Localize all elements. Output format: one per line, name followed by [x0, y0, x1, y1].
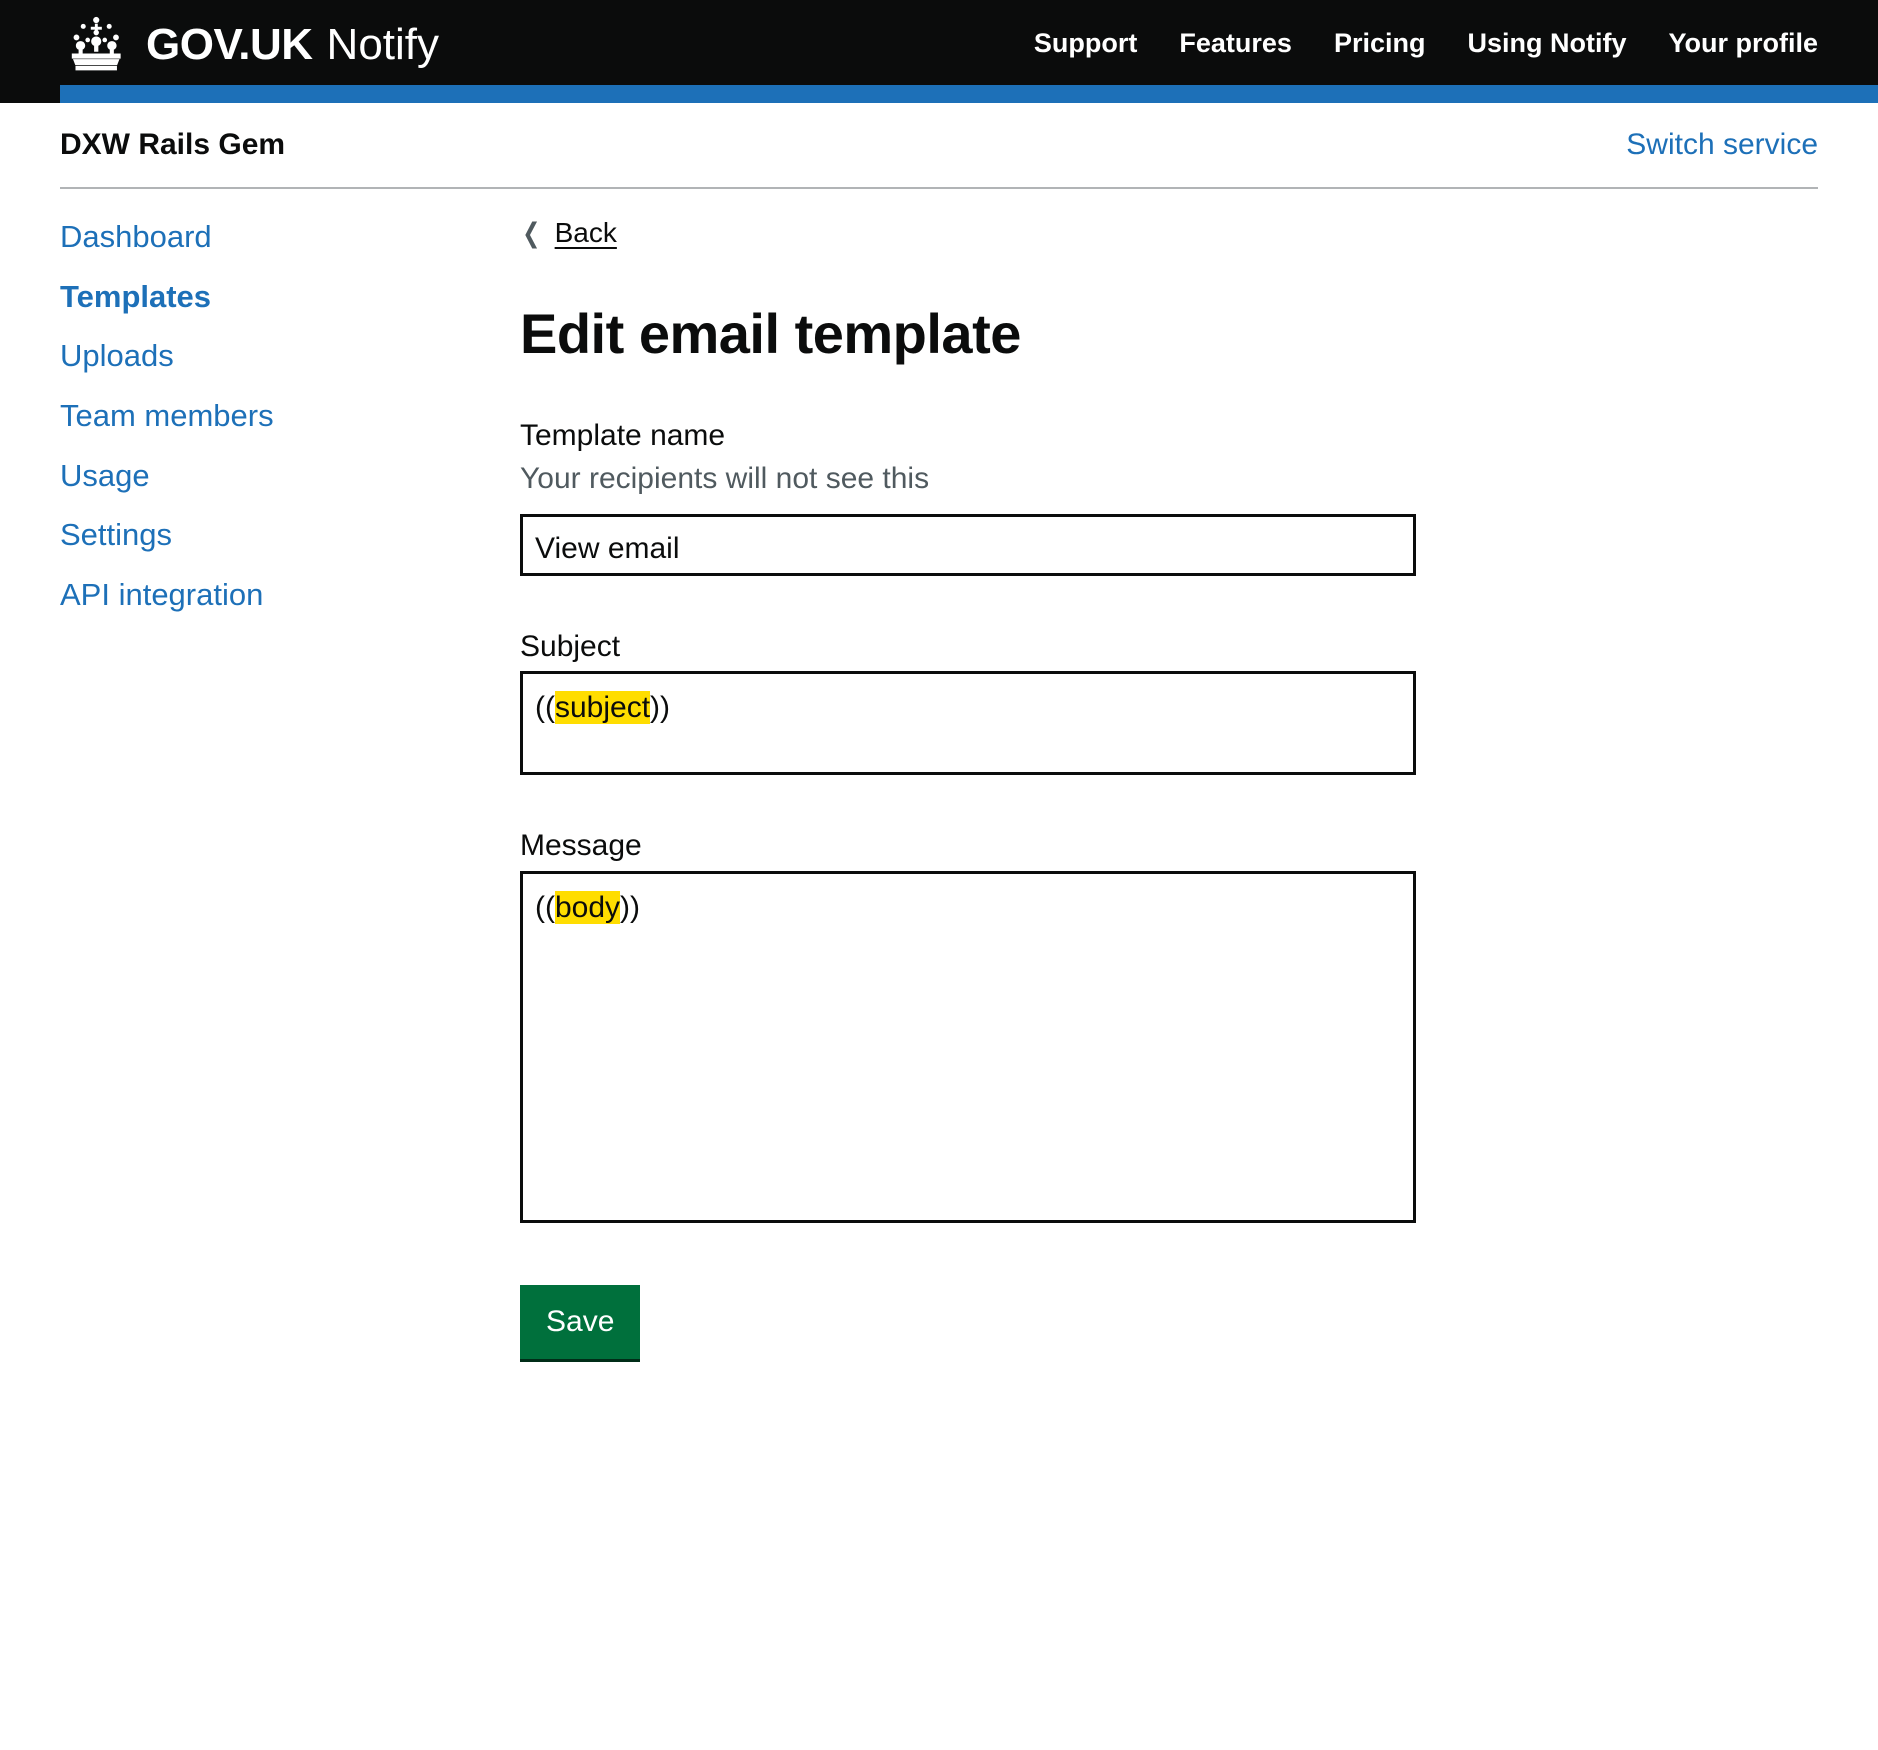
service-name: DXW Rails Gem — [60, 128, 286, 161]
govuk-notify-logo[interactable]: GOV.UK Notify — [60, 14, 439, 76]
subject-prefix: (( — [535, 691, 555, 725]
page-title: Edit email template — [520, 302, 1021, 365]
subject-suffix: )) — [650, 691, 671, 725]
template-name-input[interactable]: View email — [520, 513, 1416, 576]
switch-service-link[interactable]: Switch service — [1626, 128, 1818, 162]
message-textarea[interactable]: ((body)) — [520, 870, 1416, 1223]
template-name-value: View email — [535, 531, 680, 565]
subject-input[interactable]: ((subject)) — [520, 671, 1416, 776]
nav-link-your-profile[interactable]: Your profile — [1668, 28, 1818, 59]
sidebar-item-uploads[interactable]: Uploads — [60, 338, 520, 374]
brand-product-text: Notify — [326, 20, 440, 69]
template-name-form-group: Template name Your recipients will not s… — [520, 417, 1818, 576]
nav-link-support[interactable]: Support — [1034, 28, 1137, 59]
subject-label: Subject — [520, 629, 621, 663]
save-button[interactable]: Save — [520, 1284, 641, 1359]
message-form-group: Message ((body)) — [520, 827, 1818, 1223]
back-link-label: Back — [554, 217, 617, 248]
brand-govuk-text: GOV.UK — [146, 20, 313, 69]
nav-link-using-notify[interactable]: Using Notify — [1467, 28, 1626, 59]
message-prefix: (( — [535, 890, 555, 924]
sidebar-item-usage[interactable]: Usage — [60, 458, 520, 494]
nav-link-pricing[interactable]: Pricing — [1334, 28, 1426, 59]
service-bar: DXW Rails Gem Switch service — [60, 103, 1818, 189]
page-body: Dashboard Templates Uploads Team members… — [0, 189, 1878, 1359]
header-accent-bar — [60, 85, 1878, 103]
message-placeholder-token: body — [554, 890, 621, 924]
sidebar-item-settings[interactable]: Settings — [60, 517, 520, 553]
global-header: GOV.UK Notify Support Features Pricing U… — [0, 0, 1878, 103]
nav-link-features[interactable]: Features — [1179, 28, 1292, 59]
message-label: Message — [520, 829, 642, 863]
crown-icon — [60, 14, 134, 76]
sidebar-item-team-members[interactable]: Team members — [60, 398, 520, 434]
subject-placeholder-token: subject — [554, 691, 651, 725]
message-suffix: )) — [620, 890, 641, 924]
service-navigation: Dashboard Templates Uploads Team members… — [60, 189, 520, 1359]
template-name-label: Template name — [520, 418, 726, 452]
sidebar-item-templates[interactable]: Templates — [60, 279, 520, 315]
sidebar-item-api-integration[interactable]: API integration — [60, 577, 520, 613]
global-navigation: Support Features Pricing Using Notify Yo… — [1034, 28, 1818, 59]
sidebar-item-dashboard[interactable]: Dashboard — [60, 219, 520, 255]
back-link[interactable]: ❮ Back — [520, 217, 617, 249]
main-content: ❮ Back Edit email template Template name… — [520, 189, 1818, 1359]
template-name-hint: Your recipients will not see this — [520, 462, 930, 496]
subject-form-group: Subject ((subject)) — [520, 628, 1818, 776]
chevron-left-icon: ❮ — [522, 218, 541, 248]
